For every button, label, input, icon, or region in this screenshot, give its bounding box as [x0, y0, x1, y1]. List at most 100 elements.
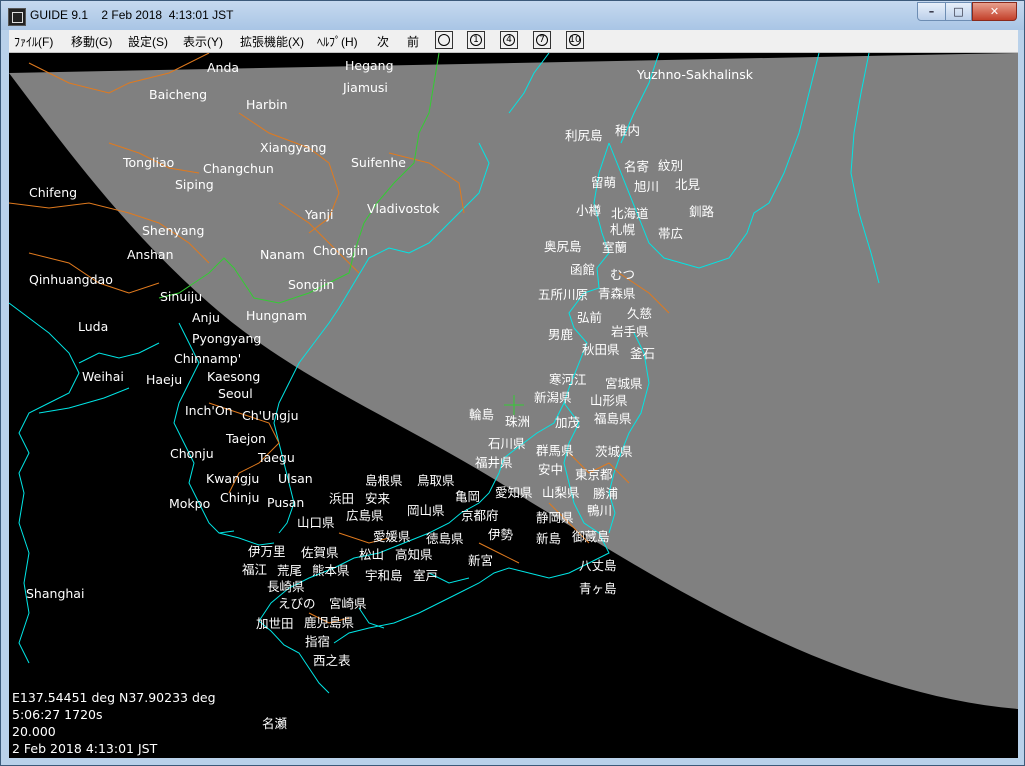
place-label: Nanam [260, 247, 305, 262]
place-label: 鹿児島県 [304, 615, 355, 630]
menu-prev[interactable]: 前 [407, 33, 419, 50]
place-label: 男鹿 [548, 327, 574, 342]
coordinate-readout: E137.54451 deg N37.90233 deg [12, 690, 216, 705]
place-label: 亀岡 [455, 489, 481, 504]
place-label: 新潟県 [534, 390, 572, 405]
clock-icon[interactable] [435, 31, 453, 49]
place-label: Vladivostok [367, 201, 440, 216]
place-label: 宮崎県 [329, 596, 367, 611]
place-label: 五所川原 [538, 287, 589, 302]
place-label: 安来 [365, 491, 391, 506]
place-label: Baicheng [149, 87, 208, 102]
title-bar[interactable]: GUIDE 9.1 2 Feb 2018 4:13:01 JST – □ ✕ [1, 1, 1024, 30]
place-label: Luda [78, 319, 109, 334]
place-label: 伊勢 [488, 527, 514, 542]
place-label: 稚内 [615, 123, 641, 138]
place-label: 加茂 [555, 415, 581, 430]
maximize-icon: □ [953, 5, 964, 18]
minimize-button[interactable]: – [917, 2, 946, 21]
map-view[interactable]: Anda Hegang Baicheng Jiamusi Harbin Yuzh… [9, 53, 1018, 758]
four-icon[interactable]: 4 [500, 31, 518, 49]
place-label: 福江 [242, 562, 268, 577]
place-label: 室戸 [413, 568, 439, 583]
place-label: 群馬県 [536, 443, 574, 458]
menu-goto[interactable]: 移動(G) [71, 33, 112, 50]
place-label: 御蔵島 [572, 529, 610, 544]
menu-help[interactable]: ﾍﾙﾌﾟ(H) [317, 33, 358, 50]
place-label: 西之表 [313, 653, 351, 668]
place-label: Songjin [288, 277, 335, 292]
place-label: Harbin [246, 97, 288, 112]
menu-view[interactable]: 表示(Y) [183, 33, 223, 50]
place-label: 岡山県 [407, 503, 445, 518]
place-label: 鴨川 [587, 503, 613, 518]
seven-icon[interactable]: 7 [533, 31, 551, 49]
place-label: Suifenhe [351, 155, 406, 170]
place-label: 石川県 [488, 436, 526, 451]
menu-settings[interactable]: 設定(S) [128, 33, 168, 50]
place-label: 加世田 [256, 616, 294, 631]
place-label: 徳島県 [426, 531, 464, 546]
place-label: Anda [207, 60, 240, 75]
place-label: Pusan [267, 495, 305, 510]
place-label: Haeju [146, 372, 183, 387]
menu-bar: ﾌｧｲﾙ(F) 移動(G) 設定(S) 表示(Y) 拡張機能(X) ﾍﾙﾌﾟ(H… [9, 30, 1018, 53]
place-label: Hungnam [246, 308, 307, 323]
place-label: 愛知県 [495, 485, 533, 500]
place-label: 長崎県 [267, 579, 305, 594]
place-label: 宮城県 [605, 376, 643, 391]
place-label: 寒河江 [549, 372, 587, 387]
menu-file[interactable]: ﾌｧｲﾙ(F) [14, 33, 53, 50]
place-label: 茨城県 [595, 444, 633, 459]
place-label: 留萌 [591, 175, 617, 190]
place-label: 久慈 [627, 306, 653, 321]
place-label: 指宿 [305, 634, 331, 649]
place-label: 青ヶ島 [579, 581, 617, 596]
menu-extensions[interactable]: 拡張機能(X) [240, 33, 304, 50]
place-label: Jiamusi [343, 80, 388, 95]
place-label: 広島県 [346, 508, 384, 523]
place-label: 室蘭 [602, 240, 628, 255]
place-label: 岩手県 [611, 324, 649, 339]
place-label: 青森県 [598, 286, 636, 301]
place-label: 弘前 [577, 310, 603, 325]
ten-icon[interactable]: 10 [566, 31, 584, 49]
place-label: 小樽 [576, 203, 602, 218]
place-label: Mokpo [169, 496, 211, 511]
place-label: 奥尻島 [544, 239, 582, 254]
place-label: 北海道 [611, 206, 649, 221]
datetime-readout: 2 Feb 2018 4:13:01 JST [12, 741, 158, 756]
place-label: Tongliao [123, 155, 175, 170]
place-label: むつ [610, 267, 636, 282]
place-label: 福井県 [475, 455, 513, 470]
place-label: Weihai [82, 369, 124, 384]
place-label: 静岡県 [536, 510, 574, 525]
place-label: 秋田県 [582, 342, 620, 357]
minimize-icon: – [928, 5, 935, 18]
place-label: Shenyang [142, 223, 205, 238]
time-readout: 5:06:27 1720s [12, 707, 103, 722]
place-label: 帯広 [658, 226, 684, 241]
place-label: 浜田 [329, 491, 355, 506]
place-label: Seoul [218, 386, 253, 401]
place-label: Siping [175, 177, 214, 192]
one-icon[interactable]: 1 [467, 31, 485, 49]
app-icon[interactable] [8, 8, 26, 26]
place-label: Taegu [258, 450, 295, 465]
place-label: Chinnamp' [174, 351, 242, 366]
place-label: 熊本県 [312, 563, 350, 578]
place-label: Changchun [203, 161, 274, 176]
place-label: 旭川 [634, 179, 660, 194]
place-label: 利尻島 [565, 128, 603, 143]
place-label: 伊万里 [248, 544, 286, 559]
maximize-button[interactable]: □ [945, 2, 972, 21]
place-label: 愛媛県 [373, 529, 411, 544]
place-label: Shanghai [26, 586, 85, 601]
menu-next[interactable]: 次 [377, 33, 389, 50]
place-label: Ch'Ungju [242, 408, 299, 423]
place-label: 輪島 [469, 407, 495, 422]
close-button[interactable]: ✕ [972, 2, 1017, 21]
place-label: 福島県 [594, 411, 632, 426]
place-label: 山形県 [590, 393, 628, 408]
place-label: 名寄 [624, 159, 650, 174]
